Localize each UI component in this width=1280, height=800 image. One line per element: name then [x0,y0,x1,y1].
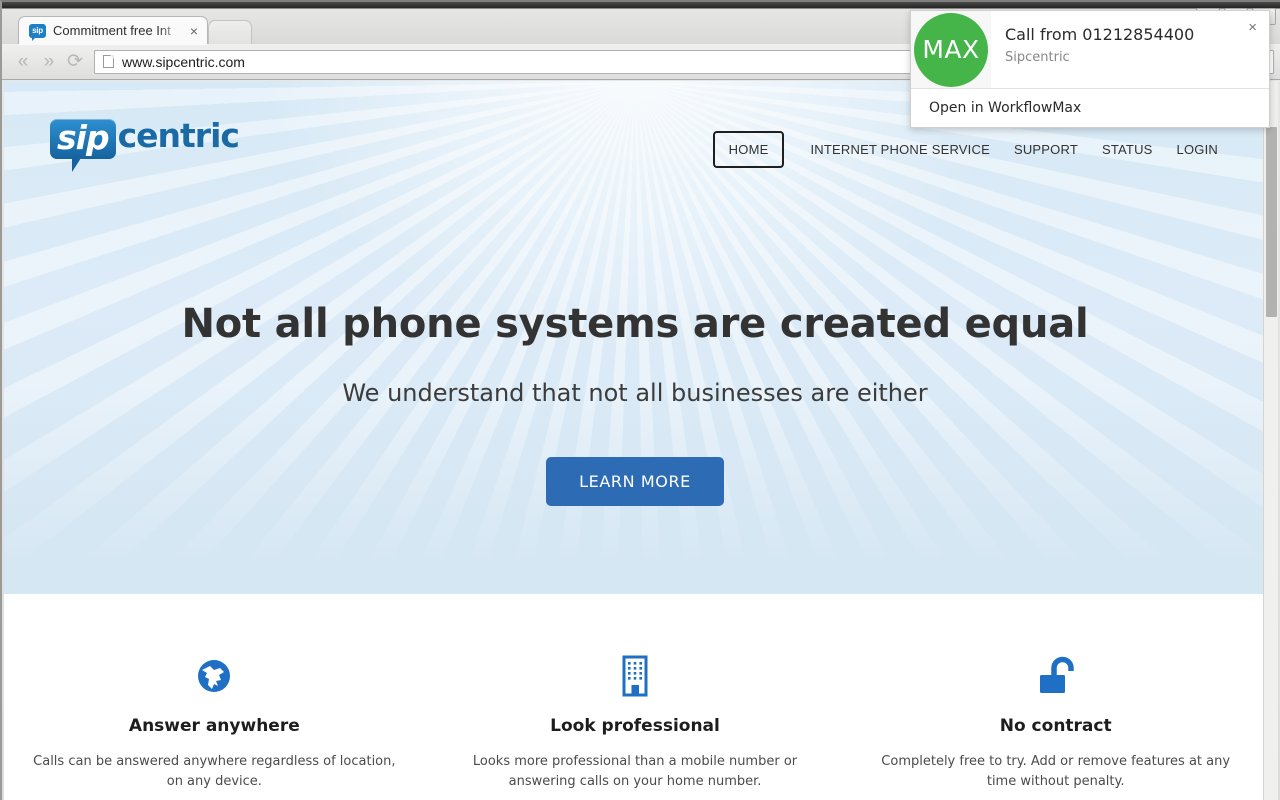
sipcentric-favicon-icon: sip [29,23,46,41]
open-in-workflowmax-button[interactable]: Open in WorkflowMax [911,88,1269,127]
forward-icon[interactable]: » [36,49,62,75]
page-document-icon [103,55,114,68]
feature-title: No contract [999,716,1112,736]
feature-description: Completely free to try. Add or remove fe… [881,754,1231,790]
logo-text-sip: sip [57,118,110,157]
incoming-call-notification: MAX Call from 01212854400 Sipcentric × O… [910,10,1270,128]
features-section: Answer anywhere Calls can be answered an… [4,594,1265,793]
new-tab-button[interactable] [208,20,252,44]
hero-subtitle: We understand that not all businesses ar… [342,379,928,407]
unlocked-padlock-icon [869,652,1242,700]
browser-tab-active[interactable]: sip Commitment free Int × [18,16,208,45]
feature-title: Answer anywhere [128,716,300,736]
tab-close-icon[interactable]: × [187,24,201,38]
logo-speech-bubble: sip [50,118,116,172]
feature-no-contract: No contract Completely free to try. Add … [845,652,1265,792]
nav-item-home[interactable]: HOME [712,131,785,168]
feature-answer-anywhere: Answer anywhere Calls can be answered an… [4,652,425,792]
nav-item-status[interactable]: STATUS [1090,133,1165,166]
notification-subtitle: Sipcentric [1005,50,1070,66]
learn-more-button[interactable]: LEARN MORE [546,457,724,506]
page-viewport: sip centric HOME INTERNET PHONE SERVICE … [4,81,1266,800]
notification-text: Call from 01212854400 Sipcentric [991,11,1269,88]
tab-title: Commitment free Int [53,23,171,38]
page-scrollbar-thumb[interactable] [1266,127,1277,317]
feature-title: Look professional [550,716,720,736]
notification-close-icon[interactable]: × [1245,18,1260,37]
hero-title: Not all phone systems are created equal [181,301,1089,347]
back-icon[interactable]: « [10,49,36,75]
browser-window: sip Commitment free Int × × « » ⟳ www.si… [0,0,1280,800]
sipcentric-logo[interactable]: sip centric [50,116,240,172]
logo-text-centric: centric [117,116,240,155]
building-icon [449,652,822,700]
nav-item-internet-phone-service[interactable]: INTERNET PHONE SERVICE [798,133,1001,166]
reload-icon[interactable]: ⟳ [62,49,88,75]
url-text: www.sipcentric.com [122,53,245,70]
feature-description: Looks more professional than a mobile nu… [472,754,798,790]
feature-description: Calls can be answered anywhere regardles… [33,754,396,790]
hero-section: sip centric HOME INTERNET PHONE SERVICE … [4,81,1265,594]
page-scrollbar[interactable] [1263,81,1278,800]
nav-item-support[interactable]: SUPPORT [1002,133,1090,166]
notification-title: Call from 01212854400 [1005,25,1195,44]
notification-avatar-wrap: MAX [911,11,991,88]
globe-icon [28,652,401,700]
site-navigation: HOME INTERNET PHONE SERVICE SUPPORT STAT… [712,131,1230,168]
feature-look-professional: Look professional Looks more professiona… [425,652,846,792]
avatar: MAX [914,12,988,87]
notification-body: MAX Call from 01212854400 Sipcentric × [911,11,1269,88]
nav-item-login[interactable]: LOGIN [1165,133,1230,166]
